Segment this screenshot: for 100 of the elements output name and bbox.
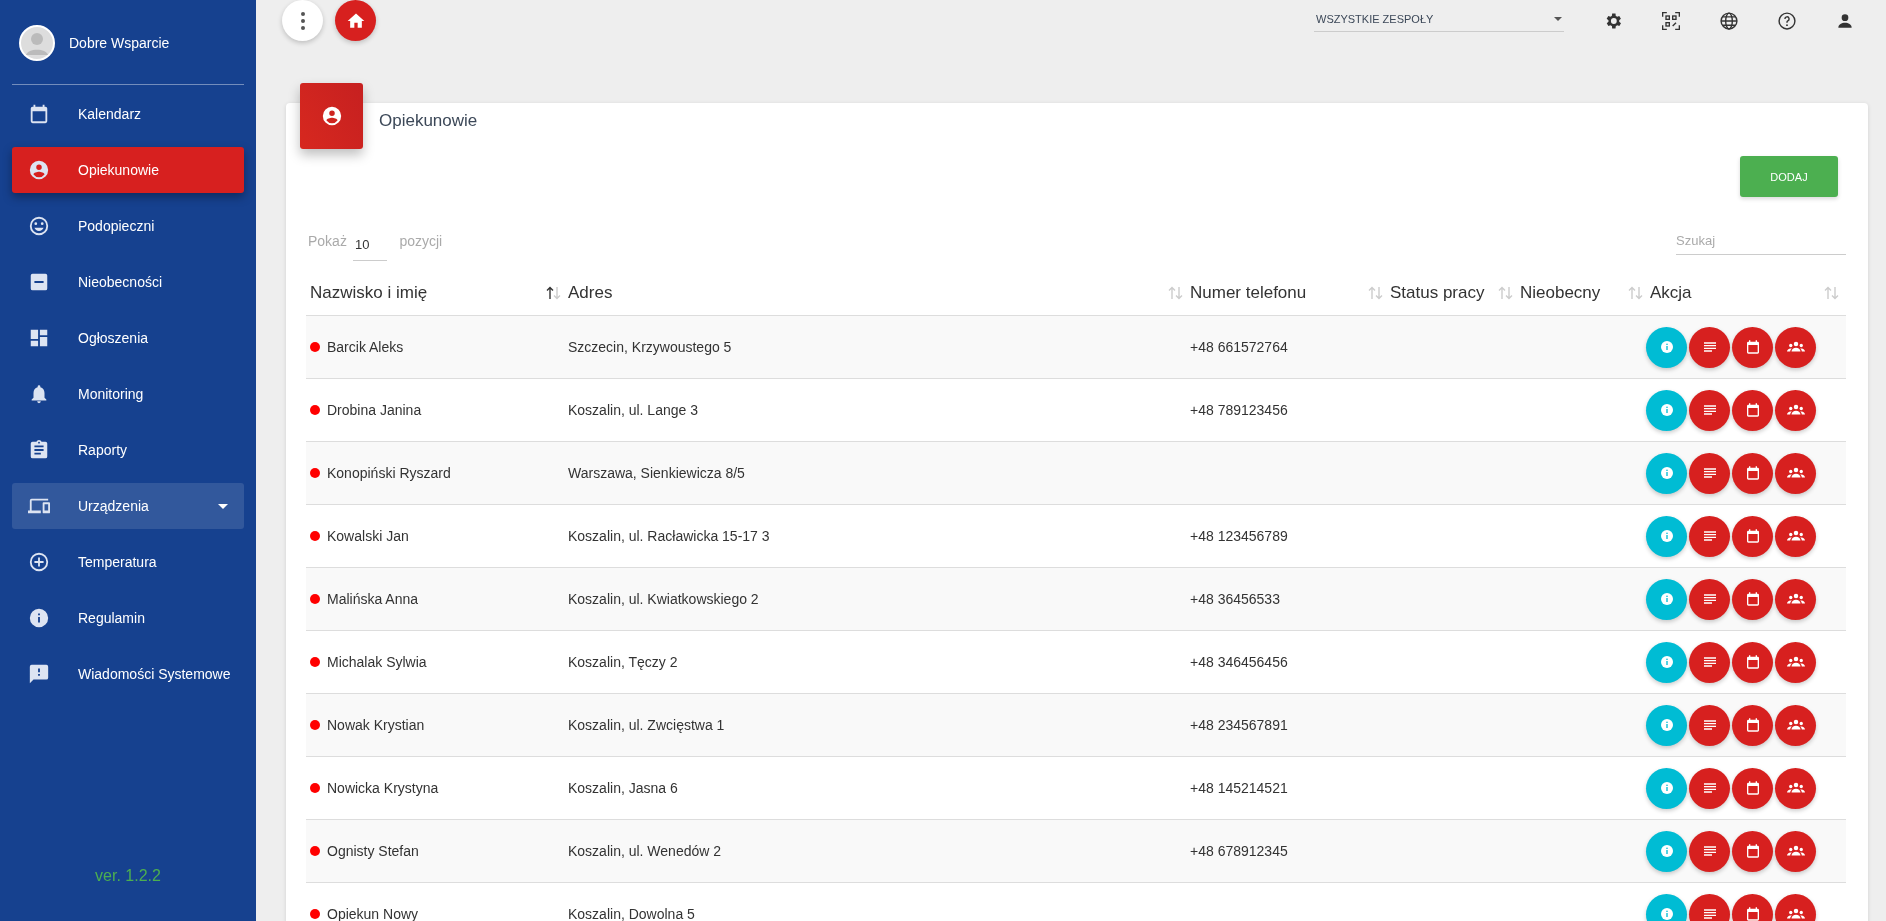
- team-button[interactable]: [1775, 767, 1816, 809]
- column-header[interactable]: Akcja: [1650, 283, 1692, 303]
- address-cell: Koszalin, ul. Zwcięstwa 1: [568, 717, 725, 733]
- team-button[interactable]: [1775, 704, 1816, 746]
- sidebar-item[interactable]: Temperatura: [12, 539, 244, 585]
- info-icon: [1658, 654, 1675, 670]
- lines-icon: [1701, 591, 1718, 607]
- sidebar-item[interactable]: Ogłoszenia: [12, 315, 244, 361]
- team-button[interactable]: [1775, 389, 1816, 431]
- lines-icon: [1701, 339, 1718, 355]
- address-cell: Koszalin, ul. Lange 3: [568, 402, 698, 418]
- notes-button[interactable]: [1689, 641, 1730, 683]
- calendar-icon: [1744, 465, 1761, 481]
- lines-icon: [1701, 402, 1718, 418]
- name-cell: Nowicka Krystyna: [327, 780, 439, 796]
- caret-icon: [1554, 17, 1562, 21]
- calendar-icon: [1744, 528, 1761, 544]
- column-header[interactable]: Status pracy: [1390, 283, 1485, 303]
- team-button[interactable]: [1775, 578, 1816, 620]
- sidebar-item[interactable]: Opiekunowie: [12, 147, 244, 193]
- sidebar-item[interactable]: Regulamin: [12, 595, 244, 641]
- calendar-button[interactable]: [1732, 326, 1773, 368]
- column-header[interactable]: Nazwisko i imię: [310, 283, 428, 303]
- globe-icon: [1719, 10, 1739, 31]
- address-cell: Koszalin, ul. Wenedów 2: [568, 843, 722, 859]
- sidebar-item[interactable]: Urządzenia: [12, 483, 244, 529]
- name-cell: Barcik Aleks: [327, 339, 404, 355]
- column-header[interactable]: Adres: [568, 283, 613, 303]
- notes-button[interactable]: [1689, 578, 1730, 620]
- info-icon: [1658, 402, 1675, 418]
- page-size-select[interactable]: 10: [352, 231, 388, 261]
- sort-icon[interactable]: [546, 286, 562, 300]
- sidebar-item[interactable]: Raporty: [12, 427, 244, 473]
- sidebar-item[interactable]: Podopieczni: [12, 203, 244, 249]
- calendar-button[interactable]: [1732, 389, 1773, 431]
- notes-button[interactable]: [1689, 767, 1730, 809]
- version-label: ver. 1.2.2: [95, 867, 161, 885]
- address-cell: Warszawa, Sienkiewicza 8/5: [568, 465, 745, 481]
- info-icon: [1658, 780, 1675, 796]
- info-icon: [1658, 339, 1675, 355]
- nav-icon: [28, 439, 50, 461]
- more-button[interactable]: [282, 0, 323, 41]
- phone-cell: +48 789123456: [1190, 402, 1288, 418]
- column-header[interactable]: Nieobecny: [1520, 283, 1601, 303]
- calendar-button[interactable]: [1732, 452, 1773, 494]
- team-button[interactable]: [1775, 515, 1816, 557]
- calendar-icon: [1744, 339, 1761, 355]
- phone-cell: +48 661572764: [1190, 339, 1288, 355]
- nav-icon: [28, 551, 50, 573]
- calendar-button[interactable]: [1732, 515, 1773, 557]
- notes-button[interactable]: [1689, 704, 1730, 746]
- name-cell: Michalak Sylwia: [327, 654, 427, 670]
- info-icon: [1658, 465, 1675, 481]
- nav-icon: [28, 159, 50, 181]
- sidebar-item[interactable]: Wiadomości Systemowe: [12, 651, 244, 697]
- notes-button[interactable]: [1689, 830, 1730, 872]
- name-cell: Konopiński Ryszard: [327, 465, 451, 481]
- calendar-button[interactable]: [1732, 830, 1773, 872]
- name-cell: Malińska Anna: [327, 591, 419, 607]
- info-icon: [1658, 906, 1675, 921]
- calendar-button[interactable]: [1732, 578, 1773, 620]
- notes-button[interactable]: [1689, 452, 1730, 494]
- address-cell: Koszalin, ul. Racławicka 15-17 3: [568, 528, 770, 544]
- calendar-icon: [1744, 843, 1761, 859]
- calendar-button[interactable]: [1732, 704, 1773, 746]
- lines-icon: [1701, 528, 1718, 544]
- team-button[interactable]: [1775, 641, 1816, 683]
- calendar-button[interactable]: [1732, 641, 1773, 683]
- address-cell: Koszalin, Jasna 6: [568, 780, 678, 796]
- team-select[interactable]: WSZYSTKIE ZESPOŁY: [1314, 9, 1564, 32]
- notes-button[interactable]: [1689, 515, 1730, 557]
- sidebar-item[interactable]: Monitoring: [12, 371, 244, 417]
- lines-icon: [1701, 906, 1718, 921]
- team-button[interactable]: [1775, 326, 1816, 368]
- lines-icon: [1701, 654, 1718, 670]
- lines-icon: [1701, 843, 1718, 859]
- sidebar-item[interactable]: Kalendarz: [12, 91, 244, 137]
- user-name[interactable]: Dobre Wsparcie: [69, 34, 170, 51]
- sidebar-item[interactable]: Nieobecności: [12, 259, 244, 305]
- nav-icon: [28, 663, 50, 685]
- lines-icon: [1701, 780, 1718, 796]
- team-button[interactable]: [1775, 452, 1816, 494]
- notes-button[interactable]: [1689, 389, 1730, 431]
- column-header[interactable]: Numer telefonu: [1190, 283, 1307, 303]
- calendar-icon: [1744, 654, 1761, 670]
- nav-icon: [28, 215, 50, 237]
- calendar-button[interactable]: [1732, 767, 1773, 809]
- nav-icon: [28, 607, 50, 629]
- info-icon: [1658, 528, 1675, 544]
- info-icon: [1658, 843, 1675, 859]
- avatar-icon: [19, 24, 55, 61]
- phone-cell: +48 123456789: [1190, 528, 1288, 544]
- team-button[interactable]: [1775, 830, 1816, 872]
- info-icon: [1658, 717, 1675, 733]
- notes-button[interactable]: [1689, 326, 1730, 368]
- address-cell: Koszalin, ul. Kwiatkowskiego 2: [568, 591, 759, 607]
- more-icon: [300, 11, 305, 30]
- person-icon: [320, 105, 343, 127]
- address-cell: Koszalin, Tęczy 2: [568, 654, 678, 670]
- home-button[interactable]: [335, 0, 376, 41]
